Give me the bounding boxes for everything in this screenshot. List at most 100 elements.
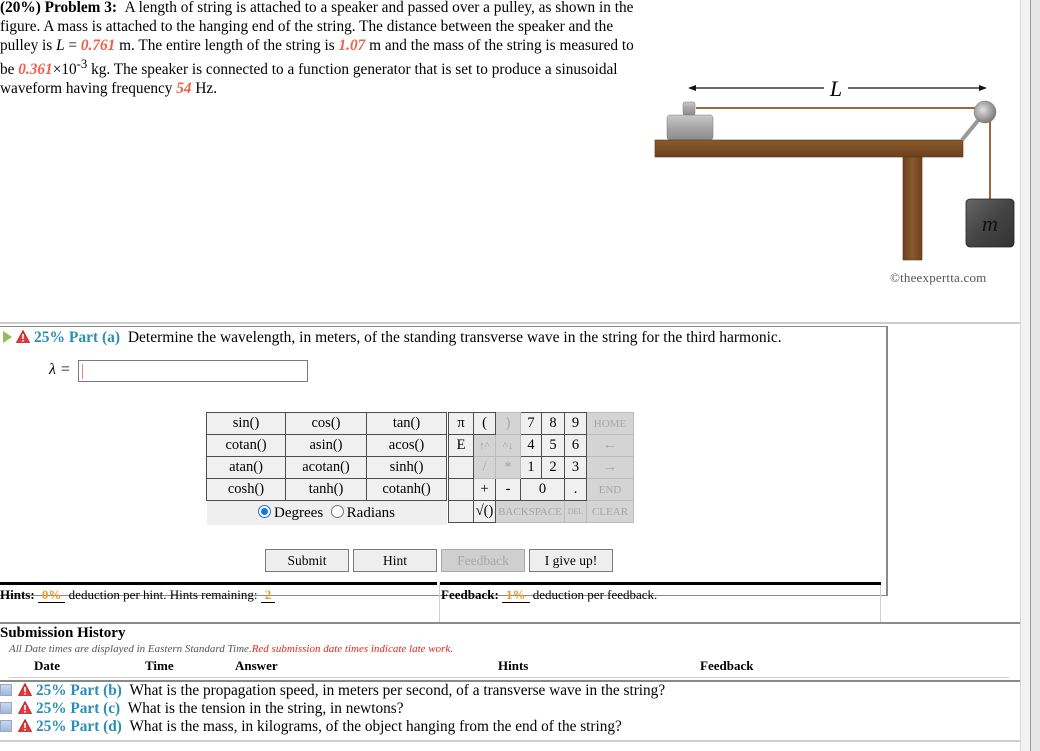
key-9[interactable]: 9 [564, 412, 587, 435]
submit-button[interactable]: Submit [265, 549, 349, 572]
key-home[interactable]: HOME [586, 412, 634, 435]
key-dot[interactable]: . [564, 478, 587, 501]
key-open-paren[interactable]: ( [473, 412, 496, 435]
feedback-label: Feedback: [441, 587, 499, 602]
key-3[interactable]: 3 [564, 456, 587, 479]
column-date: Date [34, 658, 60, 673]
key-blank [448, 456, 474, 479]
answer-label: λ = [49, 361, 71, 378]
equals: = [64, 37, 81, 54]
part-weight: 25% Part (b) [36, 682, 122, 699]
key-acos[interactable]: acos() [366, 434, 447, 457]
key-cosh[interactable]: cosh() [206, 478, 286, 501]
part-a-header: 25% Part (a) Determine the wavelength, i… [0, 329, 782, 347]
key-atan[interactable]: atan() [206, 456, 286, 479]
key-sin[interactable]: sin() [206, 412, 286, 435]
divider [9, 677, 1009, 678]
key-minus[interactable]: - [495, 478, 521, 501]
collapsed-icon[interactable] [0, 702, 12, 714]
key-backspace[interactable]: BACKSPACE [495, 500, 565, 523]
expand-arrow-icon[interactable] [3, 331, 12, 343]
hints-remaining: 2 [264, 587, 272, 602]
L-label: L [829, 76, 842, 101]
hints-info: Hints: 0% deduction per hint. Hints rema… [0, 587, 276, 603]
answer-input[interactable] [78, 360, 308, 382]
length-value: 1.07 [338, 37, 366, 54]
timezone-note: All Date times are displayed in Eastern … [9, 643, 252, 655]
key-1[interactable]: 1 [520, 456, 542, 479]
key-right-arrow[interactable]: → [586, 456, 634, 479]
key-cotanh[interactable]: cotanh() [366, 478, 447, 501]
divider [0, 322, 1020, 324]
warning-icon [15, 329, 31, 343]
mass-superscript: -3 [76, 57, 88, 71]
speaker-post [682, 101, 696, 116]
problem-text: kg. The speaker is connected to a functi… [0, 61, 618, 98]
hint-deduction: 0% [41, 587, 62, 602]
problem-text: m. The entire length of the string is [115, 37, 339, 54]
key-end[interactable]: END [586, 478, 634, 501]
hints-text: deduction per hint. Hints remaining: [68, 587, 258, 602]
divider [0, 582, 437, 585]
key-cos[interactable]: cos() [285, 412, 367, 435]
key-tanh[interactable]: tanh() [285, 478, 367, 501]
key-5[interactable]: 5 [541, 434, 565, 457]
part-c-row[interactable]: 25% Part (c) What is the tension in the … [0, 700, 404, 718]
hints-label: Hints: [0, 587, 35, 602]
key-clear[interactable]: CLEAR [586, 500, 634, 523]
key-multiply[interactable]: * [495, 456, 521, 479]
degrees-label[interactable]: Degrees [274, 505, 323, 521]
degrees-radio[interactable] [258, 504, 272, 518]
part-question: What is the tension in the string, in ne… [127, 700, 404, 717]
divider [440, 582, 881, 585]
part-question: What is the propagation speed, in meters… [129, 682, 666, 699]
part-question: What is the mass, in kilograms, of the o… [129, 718, 622, 735]
feedback-text: deduction per feedback. [532, 587, 658, 602]
key-6[interactable]: 6 [564, 434, 587, 457]
part-a-weight: 25% Part (a) [34, 329, 121, 346]
divider [439, 582, 440, 623]
key-divide[interactable]: / [473, 456, 496, 479]
key-7[interactable]: 7 [520, 412, 542, 435]
hint-button[interactable]: Hint [353, 549, 437, 572]
problem-text: Hz. [191, 80, 218, 98]
key-2[interactable]: 2 [541, 456, 565, 479]
feedback-button[interactable]: Feedback [441, 549, 525, 572]
history-note: All Date times are displayed in Eastern … [9, 643, 453, 655]
key-cotan[interactable]: cotan() [206, 434, 286, 457]
key-del[interactable]: DEL [564, 500, 587, 523]
key-sinh[interactable]: sinh() [366, 456, 447, 479]
key-e[interactable]: E [448, 434, 474, 457]
key-tan[interactable]: tan() [366, 412, 447, 435]
submission-history-title: Submission History [0, 625, 126, 641]
scrollbar[interactable] [1030, 0, 1040, 751]
key-plus[interactable]: + [473, 478, 496, 501]
numeric-keypad: π ( ) 7 8 9 HOME E ↑^ ^↓ 4 5 6 ← / * 1 2… [448, 412, 634, 523]
collapsed-icon[interactable] [0, 684, 12, 696]
key-blank [448, 500, 474, 523]
key-acotan[interactable]: acotan() [285, 456, 367, 479]
feedback-deduction: 1% [506, 587, 526, 602]
mass-exponent: ×10 [52, 61, 77, 79]
table-leg [902, 156, 923, 261]
radians-label[interactable]: Radians [347, 505, 395, 521]
part-d-row[interactable]: 25% Part (d) What is the mass, in kilogr… [0, 718, 622, 736]
radians-radio[interactable] [330, 504, 344, 518]
key-caret-down[interactable]: ^↓ [495, 434, 521, 457]
key-8[interactable]: 8 [541, 412, 565, 435]
key-pi[interactable]: π [448, 412, 474, 435]
key-asin[interactable]: asin() [285, 434, 367, 457]
mass-label: m [982, 211, 998, 236]
speaker [666, 114, 714, 141]
part-b-row[interactable]: 25% Part (b) What is the propagation spe… [0, 682, 665, 700]
frequency-value: 54 [176, 80, 192, 98]
key-4[interactable]: 4 [520, 434, 542, 457]
key-close-paren[interactable]: ) [495, 412, 521, 435]
give-up-button[interactable]: I give up! [529, 549, 613, 572]
key-0[interactable]: 0 [520, 478, 565, 501]
part-weight: 25% Part (c) [36, 700, 121, 717]
key-left-arrow[interactable]: ← [586, 434, 634, 457]
collapsed-icon[interactable] [0, 720, 12, 732]
key-sqrt[interactable]: √() [473, 500, 496, 523]
key-up-caret[interactable]: ↑^ [473, 434, 496, 457]
